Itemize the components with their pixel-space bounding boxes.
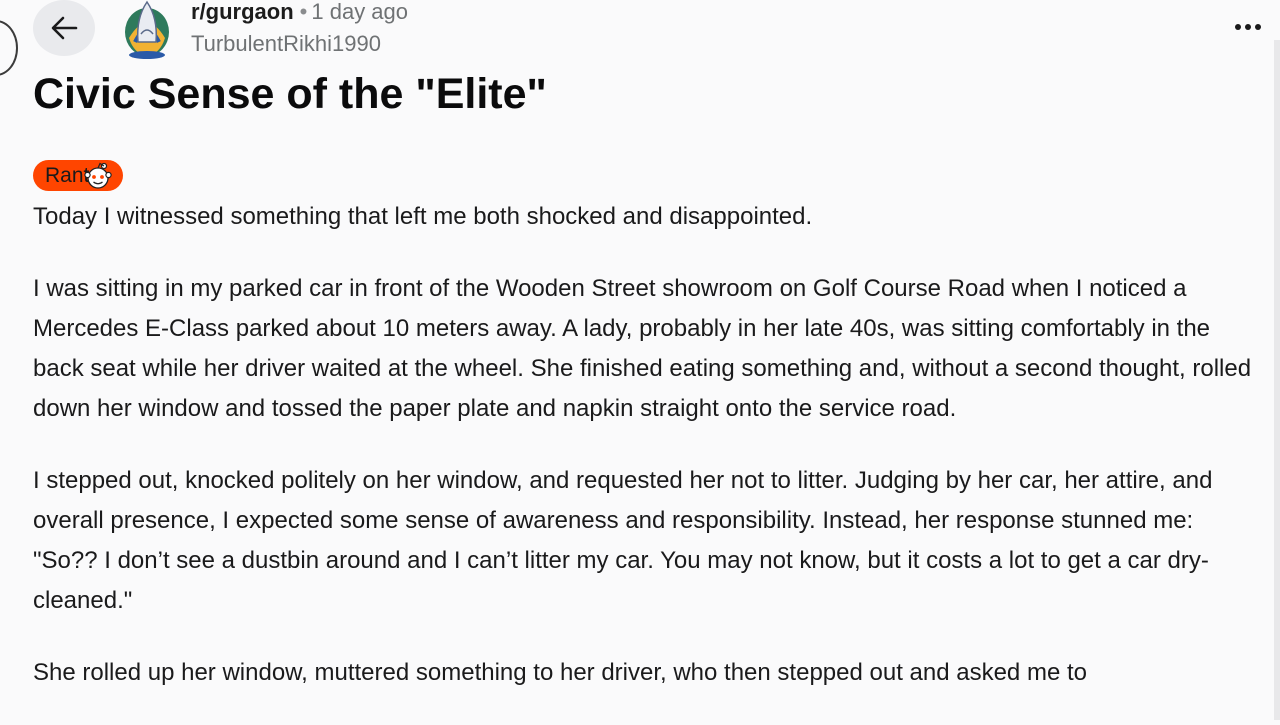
subreddit-avatar[interactable] (120, 0, 174, 60)
edge-button[interactable] (0, 20, 18, 76)
arrow-left-icon (51, 16, 78, 40)
post-meta: r/gurgaon • 1 day ago (191, 0, 408, 24)
post-title: Civic Sense of the "Elite" (33, 70, 547, 118)
snoo-icon (84, 162, 113, 189)
post-body: Today I witnessed something that left me… (33, 197, 1258, 725)
subreddit-link[interactable]: r/gurgaon (191, 0, 294, 24)
author-link[interactable]: TurbulentRikhi1990 (191, 31, 381, 57)
back-button[interactable] (33, 0, 95, 56)
scrollbar[interactable] (1274, 40, 1280, 720)
more-options-icon[interactable] (1228, 14, 1268, 40)
body-paragraph: She rolled up her window, muttered somet… (33, 659, 1087, 686)
post-flair[interactable]: Rant (33, 160, 124, 191)
body-paragraph: I was sitting in my parked car in front … (33, 275, 1252, 422)
post-time: 1 day ago (311, 0, 409, 24)
body-paragraph: I stepped out, knocked politely on her w… (33, 467, 1213, 614)
body-paragraph: Today I witnessed something that left me… (33, 203, 813, 230)
meta-separator: • (299, 0, 308, 24)
